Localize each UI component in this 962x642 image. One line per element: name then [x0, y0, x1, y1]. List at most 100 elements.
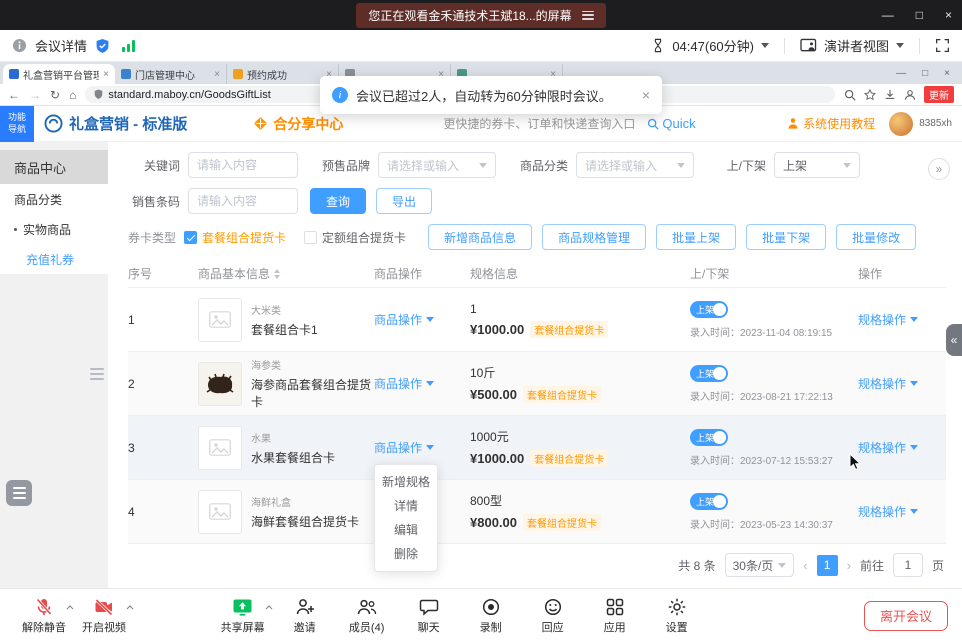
tutorial-label: 系统使用教程 [803, 115, 875, 132]
product-op-dropdown[interactable]: 商品操作 [374, 375, 470, 392]
security-shield-icon[interactable] [95, 38, 110, 54]
toolbar-label: 解除静音 [22, 619, 66, 635]
onshelf-toggle[interactable]: 上架 [690, 365, 728, 382]
browser-tab-2[interactable]: 门店管理中心 × [115, 64, 227, 84]
record-button[interactable]: 录制 [461, 596, 521, 635]
start-video-button[interactable]: 开启视频 [74, 596, 134, 635]
quick-search-link[interactable]: Quick [647, 116, 695, 131]
onshelf-toggle[interactable]: 上架 [690, 493, 728, 510]
page-size-select[interactable]: 30条/页 [725, 553, 795, 577]
sidebar-item-gift-vouchers[interactable]: 充值礼券 [0, 244, 108, 274]
react-button[interactable]: 回应 [523, 596, 583, 635]
checkbox-fixed-card[interactable] [304, 231, 317, 244]
table-row: 2 海参类海参商品套餐组合提货卡 商品操作 10斤 ¥500.00套餐组合提货卡… [128, 352, 946, 416]
home-icon[interactable]: ⌂ [69, 89, 76, 101]
profile-icon[interactable] [904, 89, 916, 101]
onshelf-toggle[interactable]: 上架 [690, 429, 728, 446]
spec-op-dropdown[interactable]: 规格操作 [858, 439, 918, 456]
settings-button[interactable]: 设置 [647, 596, 707, 635]
product-op-dropdown[interactable]: 商品操作 [374, 439, 470, 456]
brand-select[interactable]: 请选择或输入 [378, 152, 496, 178]
sidebar-item-physical-goods[interactable]: 实物商品 [0, 214, 108, 244]
spec-op-dropdown[interactable]: 规格操作 [858, 503, 918, 520]
shelf-select[interactable]: 上架 [774, 152, 860, 178]
spec-manage-button[interactable]: 商品规格管理 [542, 224, 646, 250]
spec-op-dropdown[interactable]: 规格操作 [858, 375, 918, 392]
network-signal-icon[interactable] [122, 40, 135, 52]
meeting-details-link[interactable]: 会议详情 [35, 36, 87, 55]
total-count: 共 8 条 [678, 557, 715, 574]
checkbox-fixed-label[interactable]: 定额组合提货卡 [322, 229, 406, 246]
view-mode-label[interactable]: 演讲者视图 [824, 36, 889, 55]
menu-item-edit[interactable]: 编辑 [375, 518, 437, 542]
onshelf-toggle[interactable]: 上架 [690, 301, 728, 318]
search-button[interactable]: 查询 [310, 188, 366, 214]
collapse-filter-button[interactable]: » [928, 158, 950, 180]
unmute-button[interactable]: 解除静音 [14, 596, 74, 635]
spec-op-dropdown[interactable]: 规格操作 [858, 311, 918, 328]
search-icon[interactable] [844, 89, 856, 101]
tutorial-link[interactable]: 系统使用教程 [787, 115, 875, 132]
chevron-up-icon[interactable] [265, 601, 273, 613]
invite-button[interactable]: 邀请 [275, 596, 335, 635]
toast-close-icon[interactable]: × [642, 87, 650, 103]
prev-page-button[interactable]: ‹ [803, 558, 807, 573]
checkbox-combo-card[interactable] [184, 231, 197, 244]
chat-button[interactable]: 聊天 [399, 596, 459, 635]
export-button[interactable]: 导出 [376, 188, 432, 214]
window-close-button[interactable]: × [945, 8, 952, 22]
next-page-button[interactable]: › [847, 558, 851, 573]
add-product-button[interactable]: 新增商品信息 [428, 224, 532, 250]
product-op-dropdown[interactable]: 商品操作 [374, 311, 470, 328]
share-center-link[interactable]: 合分享中心 [253, 114, 343, 134]
apps-button[interactable]: 应用 [585, 596, 645, 635]
sidebar-collapse-icon[interactable] [90, 368, 104, 380]
menu-item-delete[interactable]: 删除 [375, 542, 437, 566]
watching-banner[interactable]: 您正在观看金禾通技术王斌18...的屏幕 [356, 3, 605, 28]
download-icon[interactable] [884, 89, 896, 101]
menu-item-details[interactable]: 详情 [375, 494, 437, 518]
refresh-icon[interactable]: ↻ [50, 89, 60, 101]
batch-offshelf-button[interactable]: 批量下架 [746, 224, 826, 250]
panel-collapse-handle[interactable]: « [946, 324, 962, 356]
user-avatar[interactable] [889, 112, 913, 136]
view-dropdown-icon[interactable] [896, 43, 904, 52]
forward-icon[interactable]: → [29, 89, 41, 101]
window-minimize-button[interactable]: — [882, 8, 894, 22]
batch-edit-button[interactable]: 批量修改 [836, 224, 916, 250]
function-nav-button[interactable]: 功能 导航 [0, 106, 34, 142]
tab-close-icon[interactable]: × [103, 69, 109, 80]
fullscreen-icon[interactable] [935, 38, 950, 53]
keyword-input[interactable] [188, 152, 298, 178]
nav-line1: 功能 [8, 112, 26, 124]
meeting-info-bar: 会议详情 04:47(60分钟) 演讲者视图 [0, 30, 962, 62]
product-name: 海参商品套餐组合提货卡 [251, 376, 374, 410]
browser-tab-1[interactable]: 礼盒营销平台管理中心 × [3, 64, 115, 84]
batch-onshelf-button[interactable]: 批量上架 [656, 224, 736, 250]
browser-minimize-button[interactable]: — [896, 68, 906, 79]
browser-maximize-button[interactable]: □ [922, 68, 928, 79]
page-1-button[interactable]: 1 [817, 555, 838, 576]
share-screen-button[interactable]: 共享屏幕 [213, 596, 273, 635]
tab-close-icon[interactable]: × [214, 69, 220, 80]
window-maximize-button[interactable]: □ [916, 8, 923, 22]
sidebar-item-categories[interactable]: 商品分类 [0, 184, 108, 214]
brand-placeholder: 请选择或输入 [387, 157, 459, 174]
members-button[interactable]: 成员(4) [337, 596, 397, 635]
back-icon[interactable]: ← [8, 89, 20, 101]
sort-icon[interactable] [274, 266, 280, 282]
floating-list-button[interactable] [6, 480, 32, 506]
bookmark-star-icon[interactable] [864, 89, 876, 101]
chevron-up-icon[interactable] [66, 601, 74, 613]
update-badge[interactable]: 更新 [924, 86, 954, 103]
timer-dropdown-icon[interactable] [761, 43, 769, 52]
chevron-up-icon[interactable] [126, 601, 134, 613]
goto-page-input[interactable] [893, 553, 923, 577]
checkbox-combo-label[interactable]: 套餐组合提货卡 [202, 229, 286, 246]
barcode-input[interactable] [188, 188, 298, 214]
leave-meeting-button[interactable]: 离开会议 [864, 601, 948, 631]
category-select[interactable]: 请选择或输入 [576, 152, 694, 178]
browser-close-button[interactable]: × [944, 68, 950, 79]
banner-menu-icon[interactable] [582, 11, 594, 20]
menu-item-add-spec[interactable]: 新增规格 [375, 470, 437, 494]
